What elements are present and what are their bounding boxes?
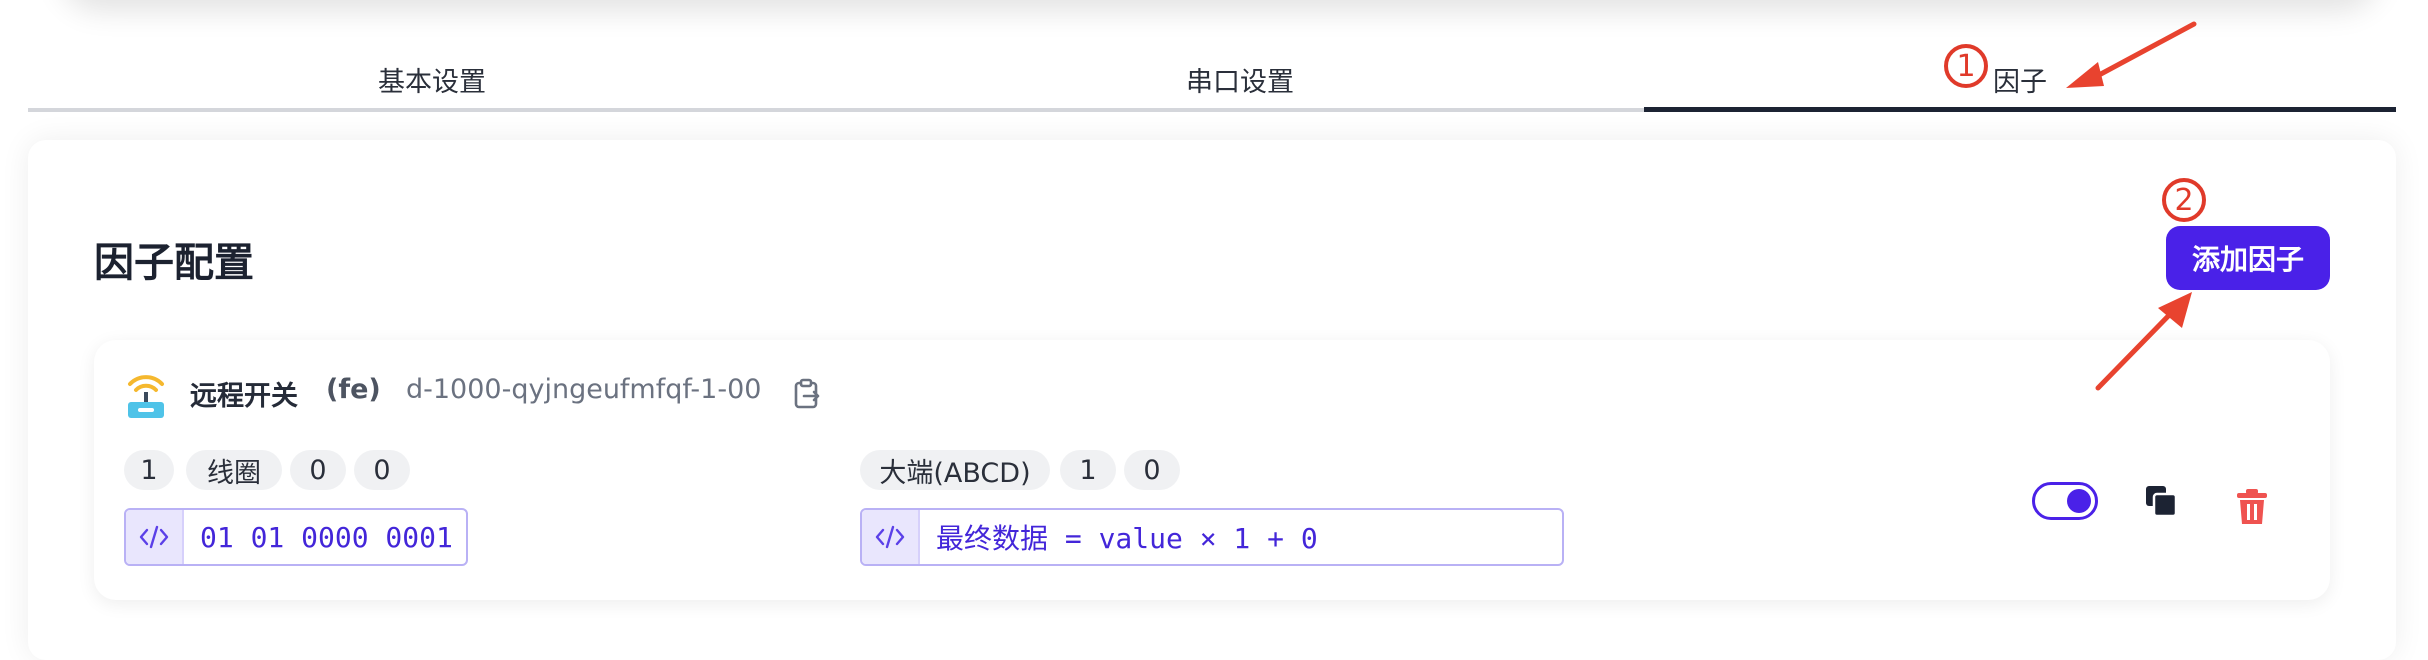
register-address-pill: 1: [124, 450, 174, 490]
tab-basic-settings[interactable]: 基本设置: [28, 48, 836, 110]
register-type-pill: 线圈: [186, 450, 282, 490]
duplicate-icon[interactable]: [2144, 484, 2178, 518]
wifi-router-icon: [128, 375, 164, 418]
code-icon: [862, 510, 920, 564]
toggle-knob: [2067, 489, 2091, 513]
enable-toggle[interactable]: [2032, 482, 2098, 520]
factor-id: d-1000-qyjngeufmfqf-1-00: [406, 374, 762, 405]
formula-text: 最终数据 = value × 1 + 0: [936, 522, 1318, 555]
trash-icon[interactable]: [2236, 488, 2268, 526]
offset-pill: 0: [290, 450, 346, 490]
formula-box: 最终数据 = value × 1 + 0: [860, 508, 1564, 566]
byte-order-pill: 大端(ABCD): [860, 450, 1050, 490]
tab-factors[interactable]: 因子: [1644, 48, 2396, 110]
multiplier-pill: 1: [1060, 450, 1116, 490]
code-icon: [126, 510, 184, 564]
step-2-marker: 2: [2162, 178, 2206, 222]
tab-serial-settings[interactable]: 串口设置: [836, 48, 1644, 110]
factor-code: (fe): [326, 374, 381, 405]
length-pill: 0: [354, 450, 410, 490]
command-code-box: 01 01 0000 0001: [124, 508, 468, 566]
factor-name: 远程开关: [190, 381, 298, 412]
command-code: 01 01 0000 0001: [200, 520, 453, 554]
clipboard-copy-icon[interactable]: [792, 378, 822, 410]
step-1-marker: 1: [1944, 44, 1988, 88]
offset-value-pill: 0: [1124, 450, 1180, 490]
tab-active-indicator: [1644, 107, 2396, 112]
section-title: 因子配置: [94, 240, 254, 286]
tab-bar: 基本设置 串口设置 因子: [28, 48, 2396, 114]
factor-item: 远程开关 (fe) d-1000-qyjngeufmfqf-1-00 1 线圈 …: [94, 340, 2330, 600]
add-factor-button[interactable]: 添加因子: [2166, 226, 2330, 290]
